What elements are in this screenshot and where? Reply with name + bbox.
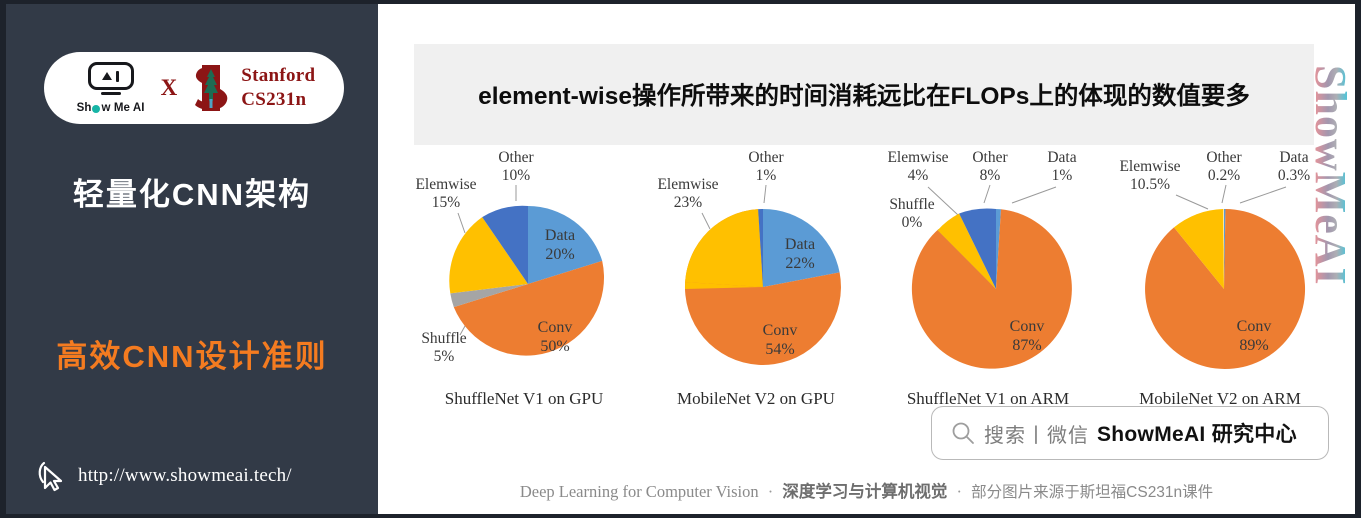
slice-value-conv: 50% [540,338,569,355]
showmeai-logo: Sh w Me AI [73,62,149,114]
bar-glyph-icon [115,70,120,82]
callout-data-label: Data [1279,149,1308,166]
chart-caption: MobileNet V2 on GPU [677,389,835,408]
chart-mobilenet-v2-arm: Elemwise 10.5% Other 0.2% Data 0.3% Conv… [1104,147,1336,409]
callout-other-label: Other [498,149,534,166]
slide-title-banner: element-wise操作所带来的时间消耗远比在FLOPs上的体现的数值要多 [414,44,1314,145]
slice-value-conv: 87% [1012,337,1041,354]
caret-up-icon [101,72,112,80]
search-icon [952,422,974,444]
callout-elemwise-value: 10.5% [1130,176,1170,193]
callout-other-value: 8% [980,167,1001,184]
chart-shufflenet-v1-arm: Elemwise 4% Other 8% Data 1% Shuffle 0% [872,147,1104,409]
callout-elemwise-label: Elemwise [1119,158,1180,175]
callout-elemwise-value: 15% [432,194,461,211]
footer-en: Deep Learning for Computer Vision [519,482,759,501]
stanford-logo: Stanford CS231n [189,63,315,113]
brand-logo-pill: Sh w Me AI X Stanford CS231n [44,52,344,124]
footer-sep-2: · [956,482,963,501]
cursor-pointer-icon [38,461,63,492]
callout-shuffle-label: Shuffle [421,330,466,347]
slice-label-data: Data [785,236,815,253]
main-content: element-wise操作所带来的时间消耗远比在FLOPs上的体现的数值要多 … [378,0,1361,518]
wechat-search-box[interactable]: 搜索丨微信 ShowMeAI 研究中心 [931,406,1329,460]
footer-credit: Deep Learning for Computer Vision · 深度学习… [378,478,1355,502]
callout-other-label: Other [1206,149,1242,166]
slice-label-conv: Conv [1237,318,1272,335]
slice-value-data: 22% [785,255,814,272]
callout-shuffle-value: 0% [902,214,923,231]
callout-elemwise-label: Elemwise [887,149,948,166]
search-placeholder-text: 搜索丨微信 [984,424,1089,447]
callout-other-value: 0.2% [1208,167,1240,184]
slice-label-conv: Conv [1010,318,1045,335]
callout-elemwise-label: Elemwise [415,176,476,193]
search-brand-text: ShowMeAI 研究中心 [1097,423,1297,446]
stanford-line1: Stanford [241,65,316,87]
collab-x-label: X [160,75,178,100]
footer-zh-bold: 深度学习与计算机视觉 [782,483,948,501]
chart-caption: ShuffleNet V1 on GPU [444,389,604,408]
callout-other-label: Other [972,149,1008,166]
site-url-text: http://www.showmeai.tech/ [78,465,292,486]
callout-shuffle-label: Shuffle [889,196,934,213]
callout-data-label: Data [1047,149,1076,166]
slice-value-data: 20% [545,246,574,263]
slice-label-conv: Conv [763,322,798,339]
callout-elemwise-value: 4% [908,167,929,184]
slice-label-data: Data [545,227,575,244]
stanford-s-icon [189,63,233,113]
callout-data-value: 0.3% [1278,167,1310,184]
site-url-row[interactable]: http://www.showmeai.tech/ [36,460,292,492]
pie-slices [1145,208,1306,369]
chart-mobilenet-v2-gpu: Other 1% Elemwise 23% Data 22% Conv 54% … [640,147,872,409]
sidebar: Sh w Me AI X Stanford CS231n 轻量化CNN架构 高效… [0,0,378,518]
stanford-line2: CS231n [241,89,307,110]
footer-zh-tail: 部分图片来源于斯坦福CS231n课件 [971,484,1214,501]
callout-shuffle-value: 5% [434,348,455,365]
slice-value-conv: 54% [765,341,794,358]
slide-root: Sh w Me AI X Stanford CS231n 轻量化CNN架构 高效… [0,0,1361,518]
callout-elemwise-label: Elemwise [657,176,718,193]
callout-data-value: 1% [1052,167,1073,184]
pie-slices [449,205,605,356]
callout-elemwise-value: 23% [674,194,703,211]
sidebar-title-main: 轻量化CNN架构 [72,177,312,212]
slide-title-text: element-wise操作所带来的时间消耗远比在FLOPs上的体现的数值要多 [478,83,1250,110]
pie-slices [684,208,841,365]
callout-other-value: 1% [756,167,777,184]
callout-other-value: 10% [502,167,531,184]
slice-label-conv: Conv [538,319,573,336]
callout-other-label: Other [748,149,784,166]
pie-slices [911,208,1072,369]
globe-icon [92,105,101,113]
showmeai-robot-icon [87,62,134,90]
pie-chart-row: Other 10% Elemwise 15% Shuffle 5% Data 2… [408,147,1333,409]
stanford-title: Stanford CS231n [241,64,315,112]
footer-sep-1: · [767,482,774,501]
showmeai-wordmark: Sh w Me AI [76,102,145,114]
slice-value-conv: 89% [1239,337,1268,354]
chart-shufflenet-v1-gpu: Other 10% Elemwise 15% Shuffle 5% Data 2… [408,147,640,409]
sidebar-title-sub: 高效CNN设计准则 [56,339,328,374]
